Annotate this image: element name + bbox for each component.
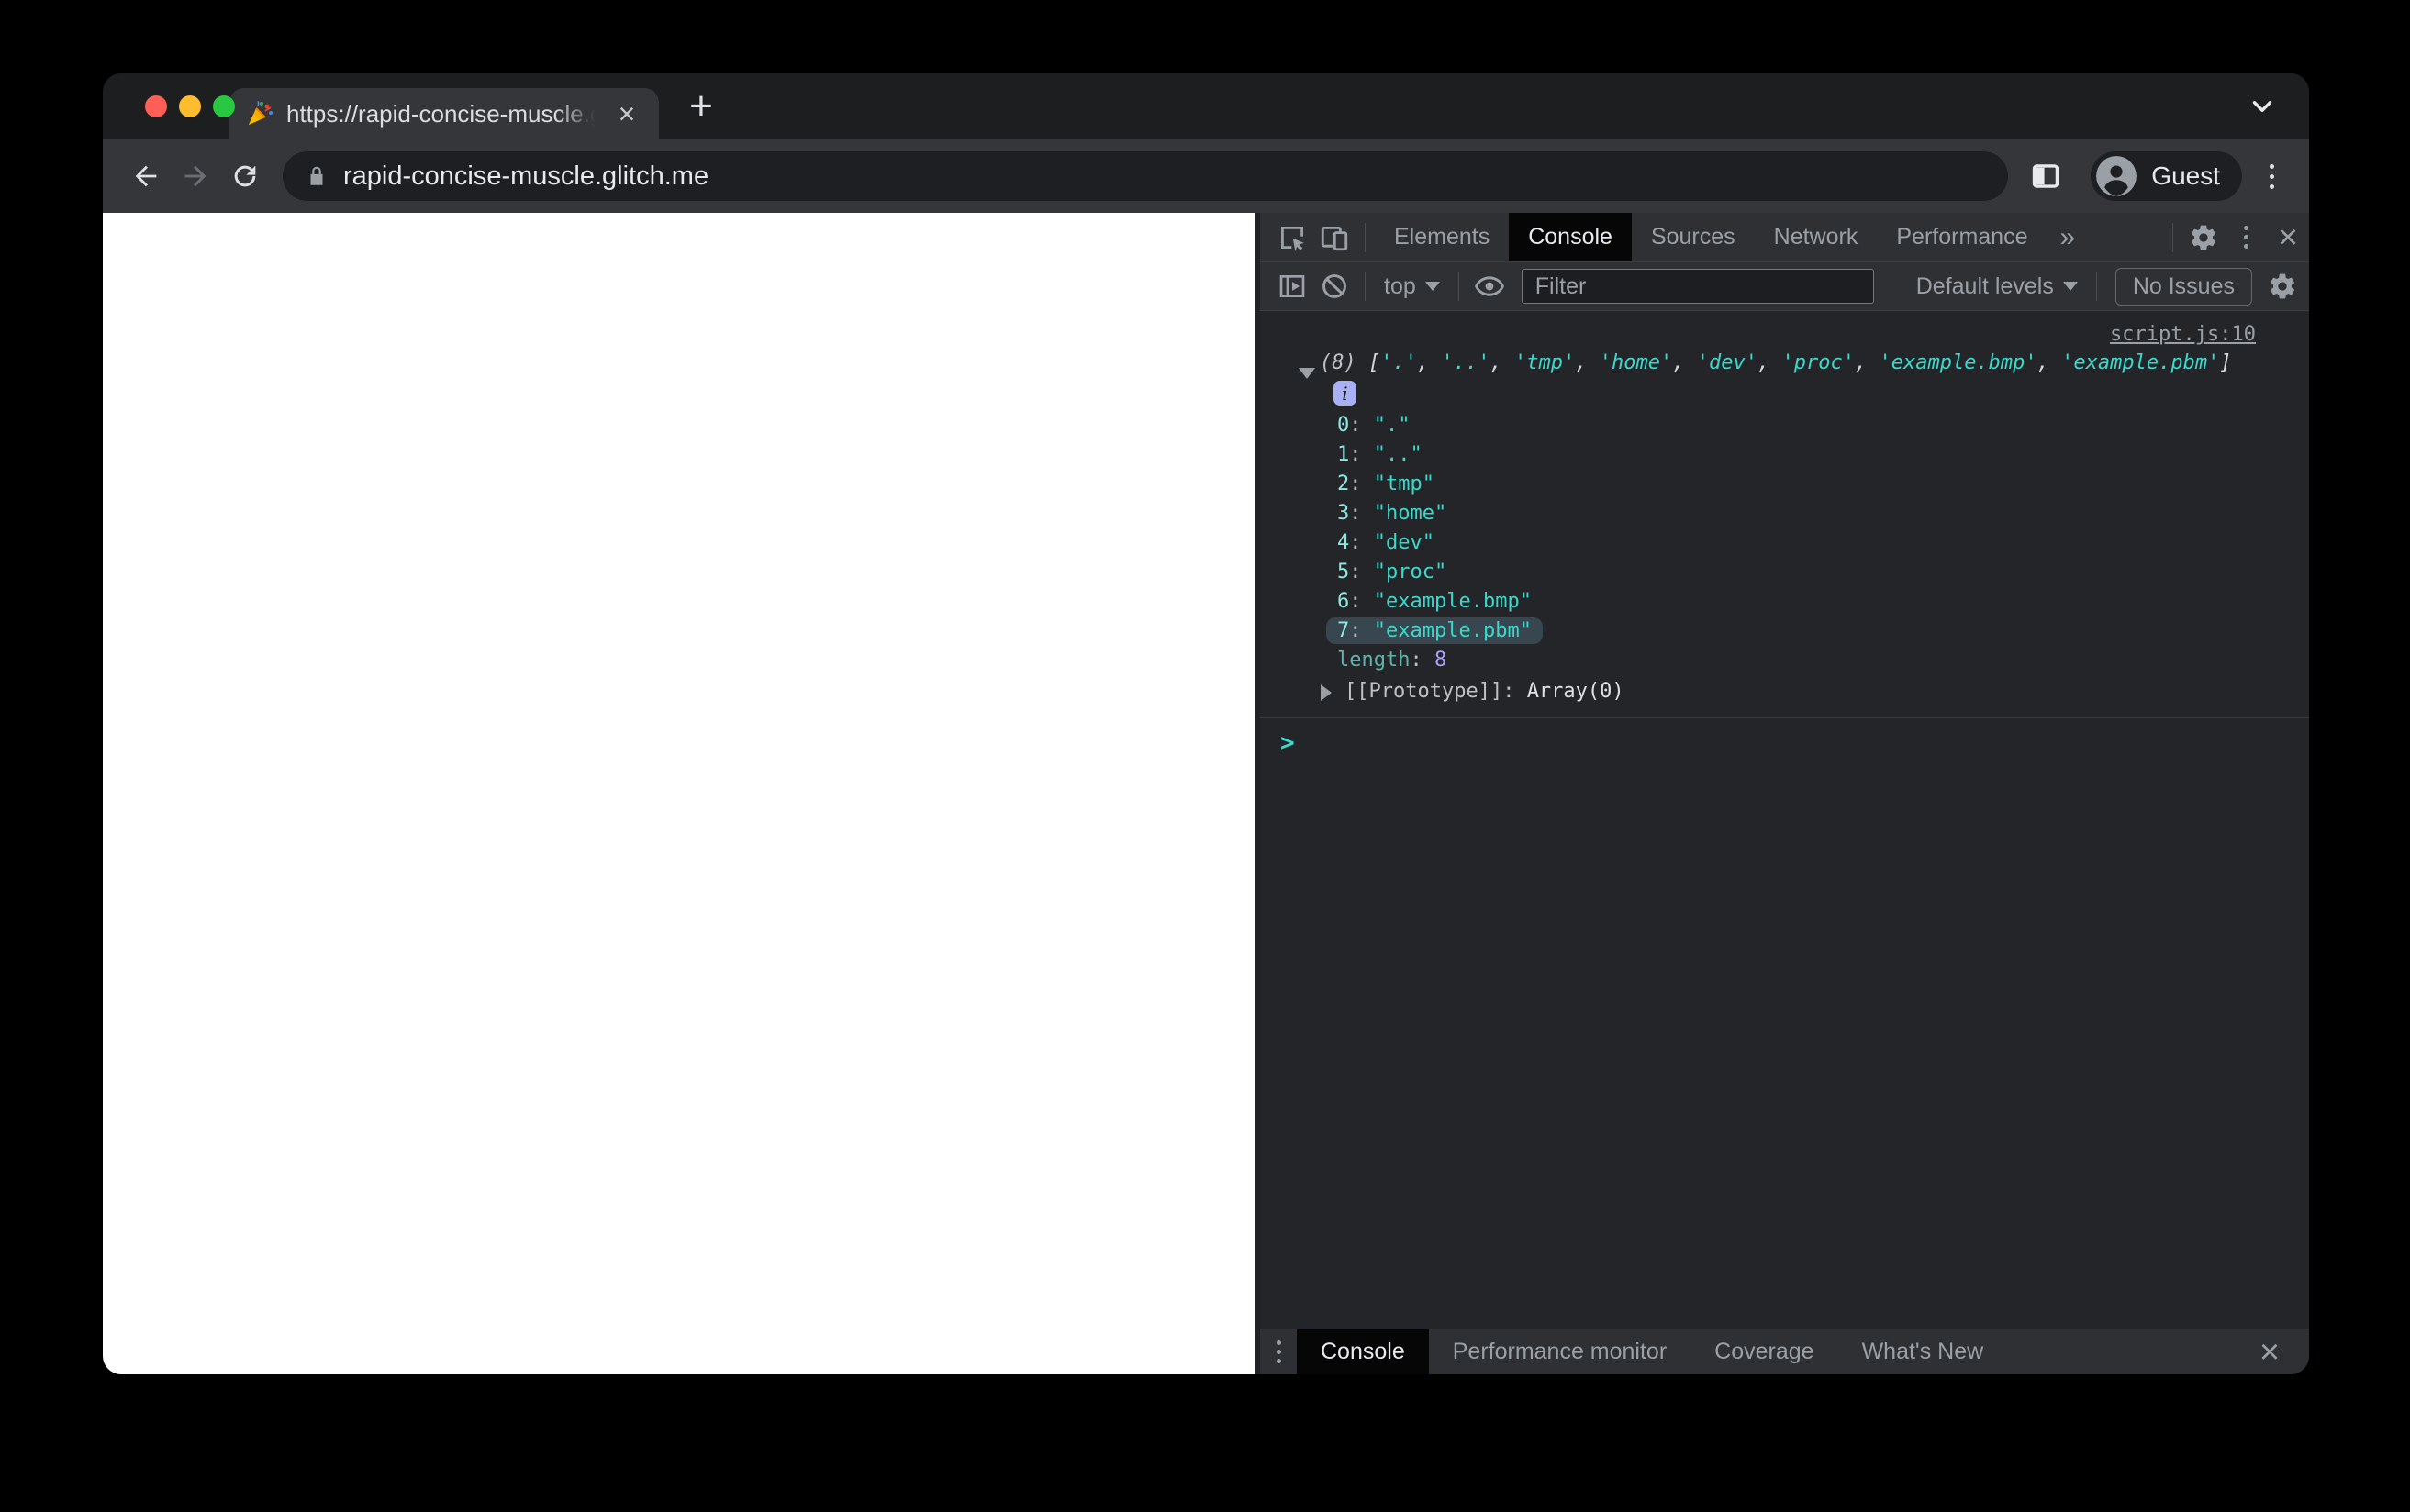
window-close-button[interactable] bbox=[145, 95, 167, 117]
array-entry-row: 7: example.pbm bbox=[1260, 617, 2309, 646]
log-levels-selector[interactable]: Default levels bbox=[1907, 273, 2087, 300]
array-entries: 0: .1: ..2: tmp3: home4: dev5: proc6: ex… bbox=[1260, 411, 2309, 646]
array-entry-row: 6: example.bmp bbox=[1260, 587, 2309, 617]
prototype-row[interactable]: [[Prototype]]: Array(0) bbox=[1260, 677, 2309, 706]
devtools-tab-performance[interactable]: Performance bbox=[1877, 213, 2047, 261]
drawer-tab-coverage[interactable]: Coverage bbox=[1690, 1329, 1837, 1374]
url-text: rapid-concise-muscle.glitch.me bbox=[343, 161, 709, 191]
guest-avatar-icon bbox=[2096, 156, 2137, 196]
source-location-link[interactable]: script.js:10 bbox=[2110, 323, 2256, 346]
drawer-tab-performance-monitor[interactable]: Performance monitor bbox=[1429, 1329, 1690, 1374]
more-tabs-button[interactable]: » bbox=[2047, 222, 2088, 253]
clear-console-icon[interactable] bbox=[1313, 266, 1356, 306]
drawer-tab-what-s-new[interactable]: What's New bbox=[1838, 1329, 2008, 1374]
window-zoom-button[interactable] bbox=[213, 95, 235, 117]
console-settings-gear-icon[interactable] bbox=[2261, 266, 2304, 306]
profile-button[interactable]: Guest bbox=[2091, 151, 2242, 201]
array-entry-row: 1: .. bbox=[1260, 440, 2309, 470]
devtools-menu-button[interactable] bbox=[2225, 217, 2267, 258]
back-button[interactable] bbox=[121, 151, 171, 201]
issues-counter-badge[interactable]: No Issues bbox=[2114, 267, 2252, 306]
drawer-close-button[interactable]: × bbox=[2248, 1332, 2291, 1373]
page-content bbox=[103, 213, 1255, 1374]
console-message: script.js:10 (8) [., .., tmp, home, dev,… bbox=[1260, 311, 2309, 718]
console-output: script.js:10 (8) [., .., tmp, home, dev,… bbox=[1260, 311, 2309, 1329]
devtools-tab-sources[interactable]: Sources bbox=[1632, 213, 1755, 261]
devtools-tabbar: Elements Console Sources Network Performance… bbox=[1260, 213, 2309, 262]
lock-icon[interactable] bbox=[305, 164, 329, 188]
live-expression-eye-icon[interactable] bbox=[1468, 266, 1511, 306]
reload-button[interactable] bbox=[220, 151, 270, 201]
tab-search-chevron-icon[interactable] bbox=[2247, 73, 2278, 139]
array-entry-row: 3: home bbox=[1260, 499, 2309, 528]
chevron-down-icon bbox=[1424, 282, 1440, 291]
devtools-tab-network[interactable]: Network bbox=[1755, 213, 1878, 261]
profile-label: Guest bbox=[2151, 161, 2220, 190]
devtools-panel: Elements Console Sources Network Performance… bbox=[1255, 213, 2309, 1374]
browser-window: https://rapid-concise-muscle.g × + rapid… bbox=[103, 73, 2309, 1374]
devtools-close-button[interactable]: × bbox=[2267, 217, 2309, 258]
devtools-drawer: Console Performance monitor Coverage What's… bbox=[1260, 1329, 2309, 1374]
tab-close-icon[interactable]: × bbox=[611, 98, 642, 129]
devtools-tab-elements[interactable]: Elements bbox=[1375, 213, 1509, 261]
console-prompt[interactable]: > bbox=[1260, 718, 2309, 757]
devtools-tab-console[interactable]: Console bbox=[1509, 213, 1632, 261]
tab-title: https://rapid-concise-muscle.g bbox=[286, 99, 598, 128]
length-row: length: 8 bbox=[1337, 649, 1447, 672]
traffic-lights bbox=[145, 73, 235, 139]
array-entry-row: 5: proc bbox=[1260, 558, 2309, 587]
drawer-menu-button[interactable] bbox=[1260, 1332, 1297, 1373]
tab-strip: https://rapid-concise-muscle.g × + bbox=[103, 73, 2309, 139]
side-panel-button[interactable] bbox=[2021, 151, 2070, 201]
array-entry-row: 4: dev bbox=[1260, 528, 2309, 558]
console-toolbar: top Default levels No Issues bbox=[1260, 262, 2309, 311]
window-minimize-button[interactable] bbox=[179, 95, 201, 117]
browser-tab[interactable]: https://rapid-concise-muscle.g × bbox=[229, 88, 659, 139]
execution-context-selector[interactable]: top bbox=[1375, 273, 1449, 300]
filter-input[interactable] bbox=[1521, 269, 1874, 304]
collapse-triangle-icon[interactable] bbox=[1299, 368, 1315, 379]
array-preview: (8) [., .., tmp, home, dev, proc, exampl… bbox=[1260, 350, 2309, 379]
devtools-settings-gear-icon[interactable] bbox=[2182, 217, 2225, 258]
array-entry-row: 2: tmp bbox=[1260, 470, 2309, 499]
prompt-chevron-icon: > bbox=[1280, 729, 1295, 757]
forward-button[interactable] bbox=[171, 151, 220, 201]
address-bar[interactable]: rapid-concise-muscle.glitch.me bbox=[283, 151, 2009, 201]
new-tab-button[interactable]: + bbox=[675, 81, 727, 132]
info-icon: i bbox=[1333, 381, 1356, 406]
inspect-element-icon[interactable] bbox=[1271, 217, 1313, 258]
console-sidebar-toggle-icon[interactable] bbox=[1271, 266, 1313, 306]
browser-menu-button[interactable] bbox=[2262, 157, 2282, 196]
browser-toolbar: rapid-concise-muscle.glitch.me Guest bbox=[103, 139, 2309, 213]
device-toolbar-icon[interactable] bbox=[1313, 217, 1356, 258]
chevron-down-icon bbox=[2062, 282, 2078, 291]
array-entry-row: 0: . bbox=[1260, 411, 2309, 440]
drawer-tab-console[interactable]: Console bbox=[1297, 1329, 1429, 1374]
party-popper-favicon-icon bbox=[246, 100, 273, 128]
expand-triangle-icon[interactable] bbox=[1321, 684, 1332, 701]
